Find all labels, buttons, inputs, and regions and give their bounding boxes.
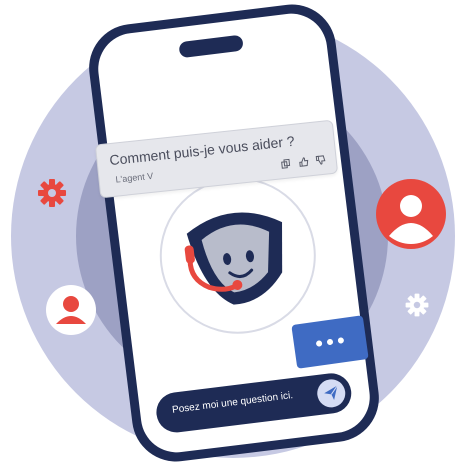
user-icon [376, 179, 446, 249]
send-icon [324, 385, 338, 401]
typing-dot [326, 338, 334, 346]
typing-dot [315, 340, 323, 347]
message-actions [277, 152, 327, 175]
chat-input[interactable]: Posez moi une question ici. [154, 371, 354, 435]
thumbs-up-icon[interactable] [298, 153, 309, 167]
gear-icon [405, 293, 429, 317]
chat-input-placeholder: Posez moi une question ici. [171, 390, 294, 416]
mascot-avatar [150, 168, 325, 343]
phone-frame: Posez moi une question ici. [84, 0, 384, 466]
phone-screen: Posez moi une question ici. [94, 9, 374, 457]
phone-notch [178, 34, 244, 59]
user-icon [46, 285, 96, 335]
copy-icon[interactable] [280, 155, 291, 169]
gear-icon [38, 179, 66, 207]
thumbs-down-icon[interactable] [315, 152, 326, 165]
shield-mascot-icon [184, 212, 283, 305]
agent-name: L'agent V [115, 170, 154, 185]
send-button[interactable] [315, 377, 347, 409]
illustration: Posez moi une question ici. Comment puis… [0, 0, 466, 466]
typing-dot [337, 337, 345, 344]
